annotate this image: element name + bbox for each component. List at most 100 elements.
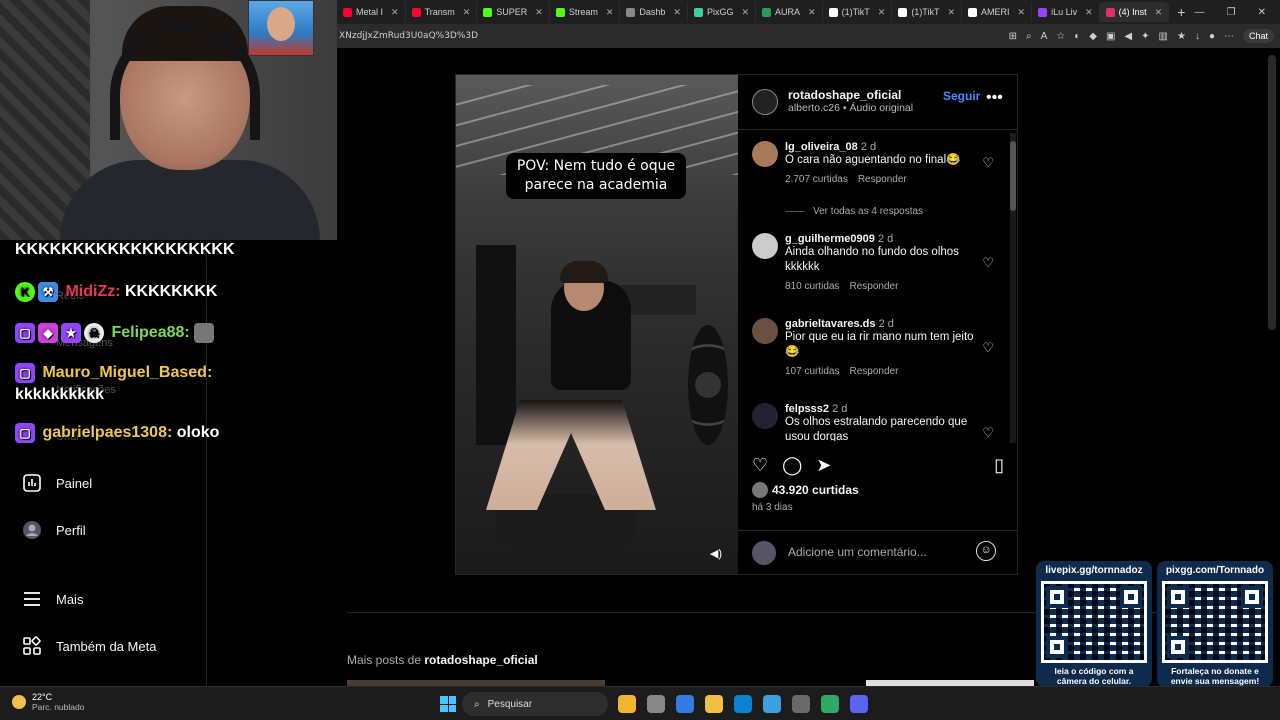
total-likes-text[interactable]: 43.920 curtidas bbox=[772, 483, 859, 497]
browser-tab[interactable]: Stream ✕ bbox=[550, 2, 621, 22]
split-screen-icon[interactable]: ▥ bbox=[1159, 31, 1168, 42]
taskbar-app-icon[interactable] bbox=[618, 695, 636, 713]
comment-likes[interactable]: 107 curtidas bbox=[785, 366, 839, 377]
taskbar-app-icon[interactable] bbox=[763, 695, 781, 713]
taskbar-app-icon[interactable] bbox=[647, 695, 665, 713]
mute-icon[interactable]: ◀) bbox=[710, 547, 722, 560]
save-bookmark-icon[interactable]: ▯ bbox=[994, 455, 1004, 476]
translate-icon[interactable]: ▣ bbox=[1106, 31, 1115, 42]
comments-scrollbar[interactable] bbox=[1010, 133, 1016, 443]
follow-button[interactable]: Seguir bbox=[943, 89, 980, 103]
browser-tab[interactable]: AURA ✕ bbox=[756, 2, 823, 22]
weather-widget[interactable]: 22°C Parc. nublado bbox=[12, 692, 84, 712]
browser-tab[interactable]: Transm ✕ bbox=[406, 2, 478, 22]
comment-avatar[interactable] bbox=[752, 318, 778, 344]
minimize-icon[interactable]: — bbox=[1195, 7, 1205, 18]
close-tab-icon[interactable]: ✕ bbox=[673, 7, 681, 18]
favorites-icon[interactable]: ★ bbox=[1177, 31, 1186, 42]
close-tab-icon[interactable]: ✕ bbox=[741, 7, 749, 18]
more-posts-user[interactable]: rotadoshape_oficial bbox=[424, 653, 537, 667]
close-tab-icon[interactable]: ✕ bbox=[878, 7, 886, 18]
reply-button[interactable]: Responder bbox=[849, 281, 898, 292]
reply-button[interactable]: Responder bbox=[849, 366, 898, 377]
download-icon[interactable]: ↓ bbox=[1195, 31, 1200, 42]
new-tab-icon[interactable]: + bbox=[1177, 4, 1185, 20]
view-replies-label[interactable]: Ver todas as 4 respostas bbox=[813, 206, 923, 217]
copilot-chat-button[interactable]: Chat bbox=[1242, 29, 1274, 43]
author-name[interactable]: rotadoshape_oficial bbox=[788, 88, 913, 102]
nav-painel[interactable]: Painel bbox=[22, 473, 92, 493]
url-text[interactable]: XNzdjJxZmRud3U0aQ%3D%3D bbox=[339, 31, 478, 41]
scrollbar-thumb[interactable] bbox=[1010, 141, 1016, 211]
comment-likes[interactable]: 810 curtidas bbox=[785, 281, 839, 292]
zoom-icon[interactable]: ⌕ bbox=[1026, 31, 1032, 42]
taskbar-app-icon[interactable] bbox=[734, 695, 752, 713]
taskbar-search[interactable]: ⌕ Pesquisar bbox=[462, 692, 608, 716]
close-tab-icon[interactable]: ✕ bbox=[391, 7, 399, 18]
more-options-icon[interactable]: ••• bbox=[986, 89, 1003, 107]
nav-meta[interactable]: Também da Meta bbox=[22, 636, 156, 656]
taskbar-app-icon[interactable] bbox=[821, 695, 839, 713]
sound-icon[interactable]: ◀ bbox=[1124, 31, 1132, 42]
taskbar-app-icon[interactable] bbox=[850, 695, 868, 713]
comment-bubble-icon[interactable]: ◯ bbox=[782, 455, 802, 476]
browser-tab[interactable]: Metal I ✕ bbox=[337, 2, 406, 22]
comment-avatar[interactable] bbox=[752, 403, 778, 429]
browser-tab[interactable]: SUPER ✕ bbox=[477, 2, 550, 22]
taskbar-app-icon[interactable] bbox=[676, 695, 694, 713]
address-bar[interactable]: XNzdjJxZmRud3U0aQ%3D%3D ⊞ ⌕ A ☆ ◐ ◆ ▣ ◀ … bbox=[337, 24, 1280, 48]
shield-icon[interactable]: ◆ bbox=[1089, 31, 1097, 42]
comment-heart-icon[interactable]: ♡ bbox=[982, 155, 994, 171]
browser-tab[interactable]: (1)TikT ✕ bbox=[823, 2, 893, 22]
emoji-picker-icon[interactable]: ☺ bbox=[976, 541, 996, 561]
nav-mais[interactable]: Mais bbox=[22, 589, 83, 609]
close-window-icon[interactable]: ✕ bbox=[1258, 7, 1266, 18]
close-tab-icon[interactable]: ✕ bbox=[947, 7, 955, 18]
close-tab-icon[interactable]: ✕ bbox=[535, 7, 543, 18]
total-likes[interactable]: 43.920 curtidas bbox=[752, 482, 859, 498]
close-tab-icon[interactable]: ✕ bbox=[1018, 7, 1026, 18]
comment-avatar[interactable] bbox=[752, 233, 778, 259]
comment-user[interactable]: gabrieltavares.ds bbox=[785, 318, 876, 330]
browser-tab[interactable]: AMERI ✕ bbox=[962, 2, 1033, 22]
comment-heart-icon[interactable]: ♡ bbox=[982, 340, 994, 356]
profile-icon[interactable]: ● bbox=[1209, 31, 1215, 42]
close-tab-icon[interactable]: ✕ bbox=[1155, 7, 1163, 18]
page-scrollbar[interactable] bbox=[1268, 55, 1276, 330]
comment-likes[interactable]: 2.707 curtidas bbox=[785, 174, 848, 185]
comment-avatar[interactable] bbox=[752, 141, 778, 167]
extension-icon[interactable]: ◐ bbox=[1074, 31, 1080, 42]
read-aloud-icon[interactable]: A bbox=[1041, 31, 1048, 42]
view-replies[interactable]: Ver todas as 4 respostas bbox=[785, 206, 1035, 217]
reply-button[interactable]: Responder bbox=[858, 174, 907, 185]
taskbar-app-icon[interactable] bbox=[792, 695, 810, 713]
apps-icon[interactable]: ⊞ bbox=[1009, 31, 1017, 42]
windows-start-icon[interactable] bbox=[440, 696, 456, 712]
taskbar-app-icon[interactable] bbox=[705, 695, 723, 713]
comment-heart-icon[interactable]: ♡ bbox=[982, 255, 994, 271]
comment-user[interactable]: felpsss2 bbox=[785, 403, 829, 415]
close-tab-icon[interactable]: ✕ bbox=[1085, 7, 1093, 18]
browser-tab[interactable]: iLu Liv ✕ bbox=[1032, 2, 1100, 22]
browser-tab[interactable]: (1)TikT ✕ bbox=[892, 2, 963, 22]
browser-tab[interactable]: PixGG ✕ bbox=[688, 2, 757, 22]
close-tab-icon[interactable]: ✕ bbox=[606, 7, 614, 18]
restore-icon[interactable]: ❐ bbox=[1227, 7, 1236, 18]
puzzle-icon[interactable]: ✦ bbox=[1141, 31, 1149, 42]
more-options-icon[interactable]: ⋯ bbox=[1224, 31, 1234, 42]
browser-tab[interactable]: (4) Inst ✕ bbox=[1099, 2, 1170, 22]
favorite-star-icon[interactable]: ☆ bbox=[1056, 31, 1065, 42]
close-tab-icon[interactable]: ✕ bbox=[808, 7, 816, 18]
like-heart-icon[interactable]: ♡ bbox=[752, 455, 768, 476]
comment-user[interactable]: g_guilherme0909 bbox=[785, 233, 875, 245]
comment-heart-icon[interactable]: ♡ bbox=[982, 425, 994, 441]
author-subtitle[interactable]: alberto.c26 • Áudio original bbox=[788, 102, 913, 114]
comment-user[interactable]: lg_oliveira_08 bbox=[785, 141, 858, 153]
comment-input[interactable]: Adicione um comentário... bbox=[788, 545, 927, 559]
reel-video[interactable]: POV: Nem tudo é oque parece na academia … bbox=[456, 75, 738, 574]
browser-tab[interactable]: Dashb ✕ bbox=[620, 2, 688, 22]
close-tab-icon[interactable]: ✕ bbox=[463, 7, 471, 18]
share-send-icon[interactable]: ➤ bbox=[816, 455, 831, 476]
nav-perfil[interactable]: Perfil bbox=[22, 520, 86, 540]
author-avatar[interactable] bbox=[752, 89, 778, 115]
